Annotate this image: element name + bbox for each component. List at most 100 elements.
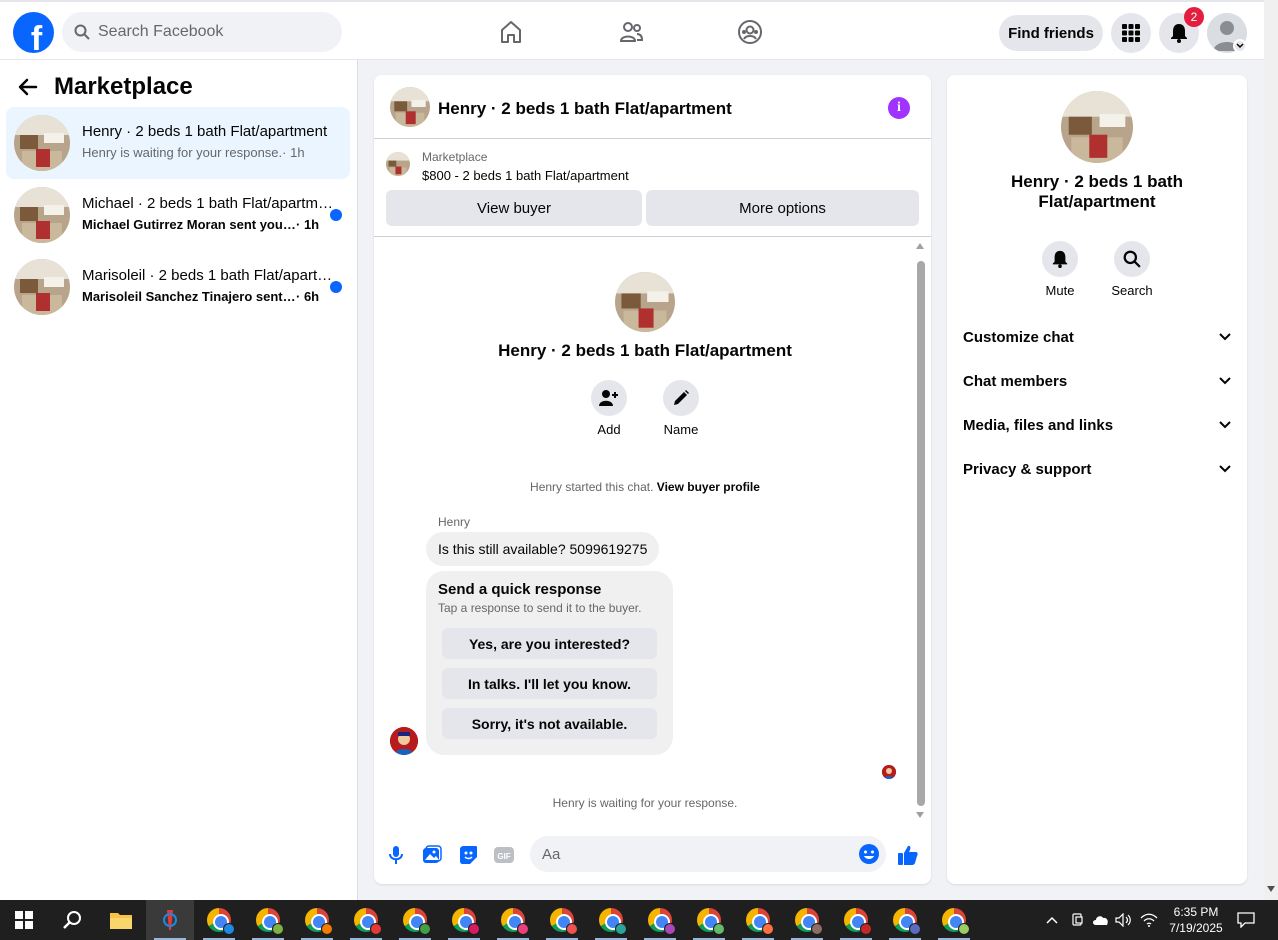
wifi-icon[interactable]: [1138, 900, 1160, 940]
chrome-icon: [795, 908, 823, 935]
chat-members-section[interactable]: Chat members: [955, 361, 1239, 401]
find-friends-button[interactable]: Find friends: [999, 15, 1103, 51]
quick-reply-button[interactable]: Sorry, it's not available.: [442, 708, 657, 739]
intro-name: Henry · 2 beds 1 bath Flat/apartment: [498, 341, 792, 360]
notification-badge: 2: [1184, 7, 1204, 27]
search-in-chat-action[interactable]: Search: [1102, 241, 1162, 298]
message-input[interactable]: [542, 845, 842, 863]
volume-icon[interactable]: [1114, 900, 1134, 940]
chrome-icon: [942, 908, 970, 935]
listing-thumbnail: [14, 259, 70, 315]
taskbar-search-button[interactable]: [48, 900, 96, 940]
quick-response-subtitle: Tap a response to send it to the buyer.: [438, 601, 642, 615]
chrome-taskbar-item[interactable]: [636, 900, 684, 940]
chrome-icon: [256, 908, 284, 935]
chat-details-panel: Henry · 2 beds 1 bath Flat/apartment Mut…: [947, 75, 1247, 884]
listing-thumbnail[interactable]: [386, 152, 410, 176]
chrome-taskbar-item[interactable]: [391, 900, 439, 940]
name-chat-action[interactable]: Name: [651, 380, 711, 437]
chat-panel: Henry · 2 beds 1 bath Flat/apartment i M…: [374, 75, 931, 884]
chrome-taskbar-item[interactable]: [587, 900, 635, 940]
gif-icon[interactable]: GIF: [492, 843, 516, 867]
customize-chat-section[interactable]: Customize chat: [955, 317, 1239, 357]
chrome-icon: [893, 908, 921, 935]
conversation-preview: Michael Gutirrez Moran sent you a messag…: [82, 217, 320, 232]
chrome-taskbar-item[interactable]: [244, 900, 292, 940]
chrome-taskbar-item[interactable]: [342, 900, 390, 940]
meet-now-icon[interactable]: [1068, 900, 1088, 940]
chrome-icon: [844, 908, 872, 935]
chrome-icon: [354, 908, 382, 935]
add-people-action[interactable]: Add: [579, 380, 639, 437]
photo-icon[interactable]: [420, 843, 444, 867]
show-hidden-icons-chevron[interactable]: [1042, 900, 1062, 940]
search-box[interactable]: [62, 12, 342, 52]
emoji-icon[interactable]: [858, 843, 880, 865]
windows-start-button[interactable]: [0, 900, 48, 940]
conversation-title: Michael · 2 beds 1 bath Flat/apartment: [82, 195, 334, 212]
scroll-down-arrow[interactable]: [916, 812, 924, 818]
chrome-taskbar-item[interactable]: [881, 900, 929, 940]
chrome-icon: [207, 908, 235, 935]
conversation-item[interactable]: Michael · 2 beds 1 bath Flat/apartment M…: [6, 179, 350, 251]
account-chevron-icon[interactable]: [1233, 39, 1247, 53]
scroll-down-arrow[interactable]: [1267, 886, 1275, 892]
message-bubble[interactable]: Is this still available? 5099619275: [426, 532, 660, 566]
home-icon[interactable]: [495, 16, 527, 48]
chrome-taskbar-item[interactable]: [685, 900, 733, 940]
sender-avatar[interactable]: [390, 727, 418, 755]
page-scrollbar[interactable]: [1264, 0, 1278, 900]
chat-scrollbar-thumb[interactable]: [917, 261, 925, 806]
view-buyer-button[interactable]: View buyer: [386, 190, 642, 226]
quick-response-card: Send a quick response Tap a response to …: [426, 571, 673, 755]
chrome-taskbar-item[interactable]: [734, 900, 782, 940]
listing-source: Marketplace: [422, 150, 488, 164]
media-files-links-section[interactable]: Media, files and links: [955, 405, 1239, 445]
chrome-taskbar-item[interactable]: [293, 900, 341, 940]
bell-icon: [1052, 250, 1068, 268]
app-icon: [163, 910, 177, 930]
notifications-center-icon[interactable]: [1234, 900, 1258, 940]
mute-action[interactable]: Mute: [1030, 241, 1090, 298]
chrome-taskbar-item[interactable]: [195, 900, 243, 940]
message-input-box[interactable]: [530, 836, 886, 872]
scroll-up-arrow[interactable]: [916, 243, 924, 249]
onedrive-cloud-icon[interactable]: [1091, 900, 1111, 940]
chrome-taskbar-item[interactable]: [538, 900, 586, 940]
chrome-taskbar-item[interactable]: [930, 900, 978, 940]
menu-grid-button[interactable]: [1111, 13, 1151, 53]
groups-icon[interactable]: [734, 16, 766, 48]
taskbar-clock[interactable]: 6:35 PM 7/19/2025: [1160, 904, 1232, 936]
listing-price[interactable]: $800 - 2 beds 1 bath Flat/apartment: [422, 168, 629, 183]
chevron-down-icon: [1219, 465, 1231, 473]
chrome-taskbar-item[interactable]: [783, 900, 831, 940]
friends-icon[interactable]: [615, 16, 647, 48]
app-taskbar-item[interactable]: [146, 900, 194, 940]
quick-reply-button[interactable]: In talks. I'll let you know.: [442, 668, 657, 699]
sidebar-header: Marketplace: [18, 73, 193, 101]
privacy-support-section[interactable]: Privacy & support: [955, 449, 1239, 489]
chrome-taskbar-item[interactable]: [832, 900, 880, 940]
details-avatar: [1061, 91, 1133, 163]
microphone-icon[interactable]: [384, 843, 408, 867]
chat-title[interactable]: Henry · 2 beds 1 bath Flat/apartment: [438, 99, 732, 119]
sticker-icon[interactable]: [456, 843, 480, 867]
view-buyer-profile-link[interactable]: View buyer profile: [657, 480, 760, 494]
conversation-item[interactable]: Henry · 2 beds 1 bath Flat/apartment Hen…: [6, 107, 350, 179]
windows-logo-icon: [15, 911, 33, 929]
search-input[interactable]: [98, 23, 318, 41]
quick-reply-button[interactable]: Yes, are you interested?: [442, 628, 657, 659]
chrome-taskbar-item[interactable]: [489, 900, 537, 940]
chrome-taskbar-item[interactable]: [440, 900, 488, 940]
conversation-item[interactable]: Marisoleil · 2 beds 1 bath Flat/apartmen…: [6, 251, 350, 323]
sidebar-title: Marketplace: [54, 73, 193, 100]
thumbs-up-icon[interactable]: [896, 843, 920, 867]
chrome-icon: [746, 908, 774, 935]
chat-avatar[interactable]: [390, 87, 430, 127]
more-options-button[interactable]: More options: [646, 190, 919, 226]
message-thread: Henry · 2 beds 1 bath Flat/apartment Add…: [374, 238, 931, 825]
info-icon[interactable]: i: [888, 97, 910, 119]
back-arrow-icon[interactable]: [18, 77, 38, 97]
facebook-logo[interactable]: f: [13, 12, 54, 53]
file-explorer-taskbar-item[interactable]: [97, 900, 145, 940]
